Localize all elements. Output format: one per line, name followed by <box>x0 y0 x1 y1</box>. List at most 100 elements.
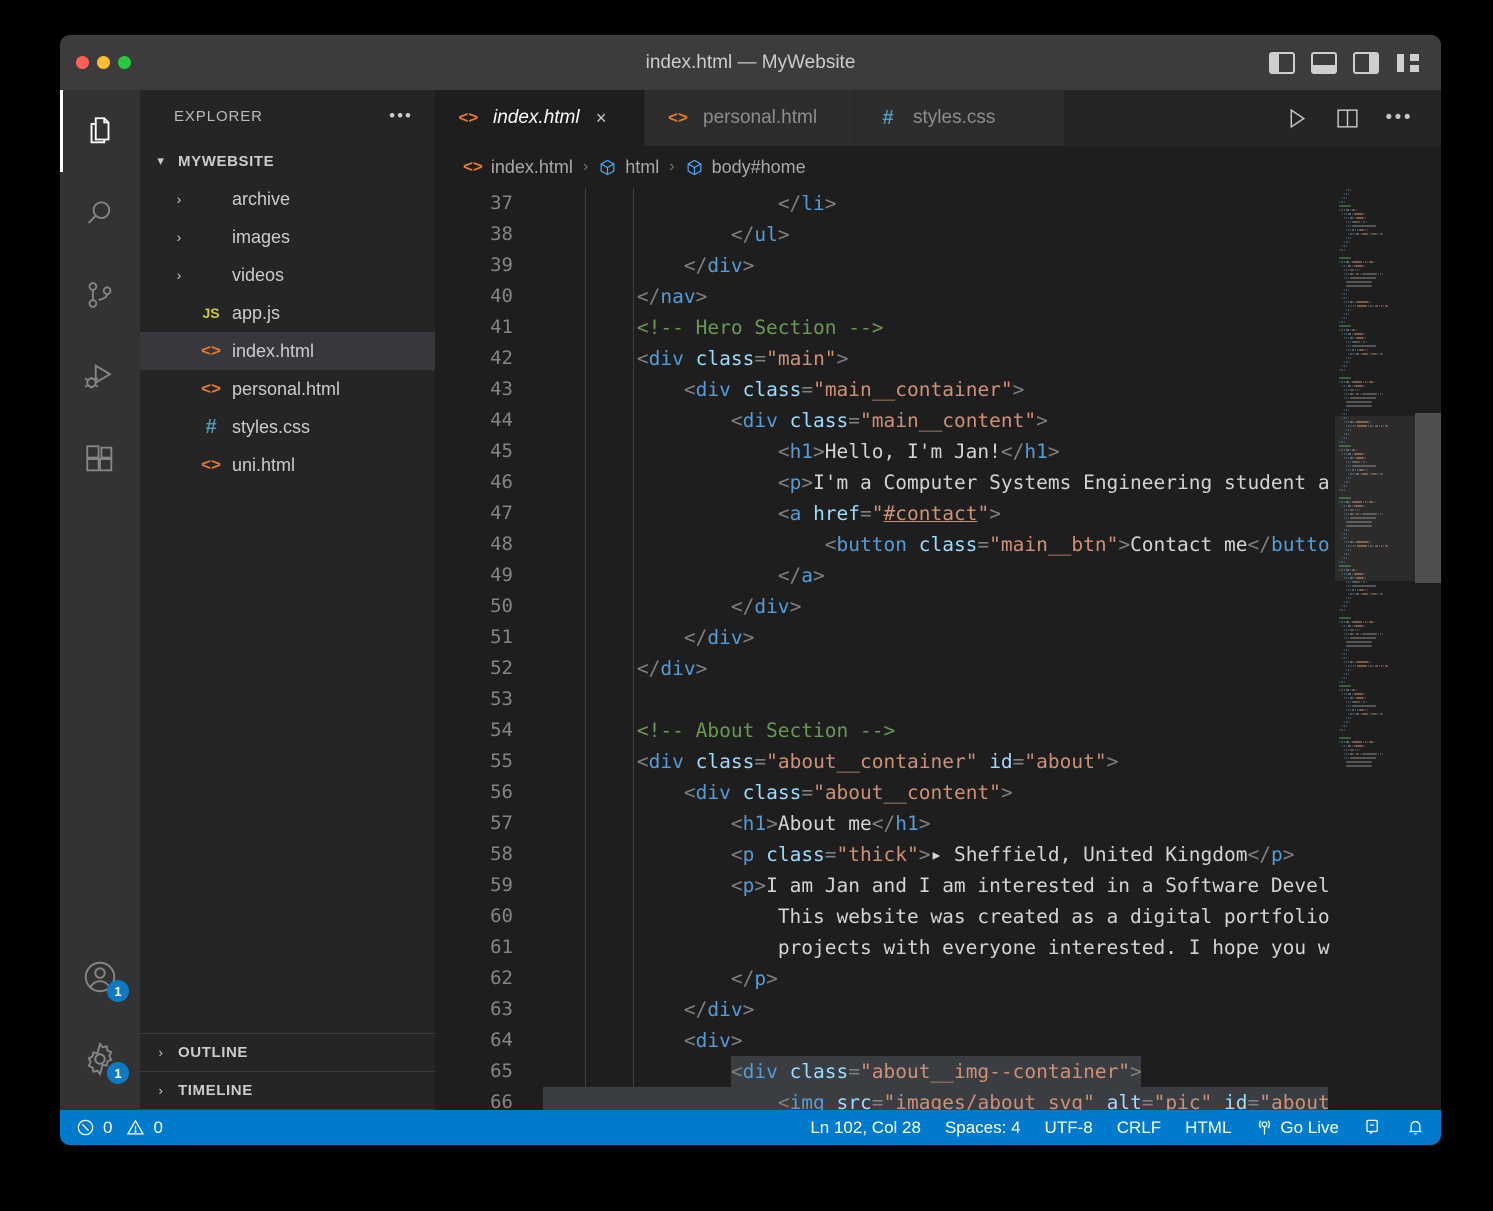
file-tree-item-archive[interactable]: › archive <box>140 180 435 218</box>
editor-tab-personal-html[interactable]: <> personal.html <box>645 90 855 146</box>
run-icon[interactable] <box>1284 106 1309 131</box>
line-number: 42 <box>490 347 513 369</box>
editor-tab-bar: <> index.html × <> personal.html # styles.css … <box>435 90 1441 146</box>
editor-tabs: <> index.html × <> personal.html # styles.css <box>435 90 1065 146</box>
code-line-text: </p> <box>730 967 778 990</box>
more-actions-icon[interactable]: ••• <box>1386 107 1413 129</box>
code-line-text: </div> <box>683 626 755 649</box>
activity-item-explorer[interactable] <box>60 90 140 172</box>
error-circle-icon <box>76 1118 95 1137</box>
activity-item-search[interactable] <box>60 172 140 254</box>
activity-item-run-and-debug[interactable] <box>60 336 140 418</box>
activity-item-extensions[interactable] <box>60 418 140 500</box>
toggle-secondary-sidebar-icon[interactable] <box>1353 51 1379 74</box>
file-tree-item-uni-html[interactable]: <> uni.html <box>140 446 435 484</box>
code-line-text: </div> <box>636 657 708 680</box>
line-number: 45 <box>490 440 513 462</box>
toggle-panel-icon[interactable] <box>1311 51 1337 74</box>
code-line-text: <a href="#contact"> <box>777 502 1001 525</box>
status-indentation[interactable]: Spaces: 4 <box>945 1118 1021 1138</box>
breadcrumb-item-body-home[interactable]: body#home <box>685 157 806 178</box>
tab-label: styles.css <box>913 107 996 128</box>
file-tree-item-videos[interactable]: › videos <box>140 256 435 294</box>
status-language-mode[interactable]: HTML <box>1185 1118 1231 1138</box>
html-icon: <> <box>201 455 221 474</box>
code-line: 52 </div> <box>435 653 1441 684</box>
go-live-label: Go Live <box>1280 1117 1339 1137</box>
code-line-text: </div> <box>683 998 755 1021</box>
code-line: 61 projects with everyone interested. I … <box>435 932 1441 963</box>
code-line: 65 <div class="about__img--container"> <box>435 1056 1441 1087</box>
sidebar-bottom-sections: › OUTLINE › TIMELINE <box>140 1033 435 1110</box>
code-line-text: <div class="main__content"> <box>730 409 1048 432</box>
minimap-line <box>1335 824 1415 828</box>
line-number: 52 <box>490 657 513 679</box>
code-line: 55 <div class="about__container" id="abo… <box>435 746 1441 777</box>
file-label: uni.html <box>232 454 296 475</box>
css-icon: # <box>882 106 894 129</box>
close-icon[interactable]: × <box>596 108 607 129</box>
editor-minimap[interactable] <box>1335 188 1415 1110</box>
breadcrumb-label: html <box>625 156 660 177</box>
explorer-more-actions-icon[interactable]: ••• <box>389 106 413 126</box>
code-line: 64 <div> <box>435 1025 1441 1056</box>
file-tree-item-index-html[interactable]: <> index.html <box>140 332 435 370</box>
status-problems[interactable]: 0 0 <box>76 1118 163 1138</box>
code-line: 48 <button class="main__btn">Contact me<… <box>435 529 1441 560</box>
code-line: 45 <h1>Hello, I'm Jan!</h1> <box>435 436 1441 467</box>
activity-item-accounts[interactable]: 1 <box>60 936 140 1018</box>
scrollbar-thumb[interactable] <box>1415 413 1441 583</box>
run-debug-icon <box>83 360 117 394</box>
code-line: 56 <div class="about__content"> <box>435 777 1441 808</box>
code-line-text: <!-- Hero Section --> <box>636 316 884 339</box>
file-label: videos <box>232 264 285 285</box>
editor-vertical-scrollbar[interactable] <box>1415 188 1441 1110</box>
close-window-button[interactable] <box>76 56 89 69</box>
code-line-text: <p>I'm a Computer Systems Engineering st… <box>777 471 1330 494</box>
file-label: personal.html <box>232 378 341 399</box>
activity-item-settings[interactable]: 1 <box>60 1018 140 1100</box>
activity-item-source-control[interactable] <box>60 254 140 336</box>
editor-tab-index-html[interactable]: <> index.html × <box>435 90 645 146</box>
maximize-window-button[interactable] <box>118 56 131 69</box>
code-line: 54 <!-- About Section --> <box>435 715 1441 746</box>
status-cursor-position[interactable]: Ln 102, Col 28 <box>810 1118 921 1138</box>
status-remote-tunnel[interactable] <box>1363 1118 1382 1137</box>
line-number: 41 <box>490 316 513 338</box>
code-line-text: </li> <box>777 192 837 215</box>
file-label: index.html <box>232 340 315 361</box>
status-go-live[interactable]: Go Live <box>1255 1118 1339 1138</box>
code-line-text: <p>I am Jan and I am interested in a Sof… <box>730 874 1330 897</box>
status-notifications[interactable] <box>1406 1118 1425 1137</box>
breadcrumb-item-html[interactable]: html <box>598 157 659 178</box>
code-line-text: </a> <box>777 564 825 587</box>
code-line: 38 </ul> <box>435 219 1441 250</box>
code-editor[interactable]: 37 </li> 38 </ul> 39 </div> 40 </nav> 41 <!-… <box>435 188 1441 1110</box>
file-tree-item-personal-html[interactable]: <> personal.html <box>140 370 435 408</box>
file-tree-item-images[interactable]: › images <box>140 218 435 256</box>
warning-triangle-icon <box>126 1118 145 1137</box>
status-encoding[interactable]: UTF-8 <box>1045 1118 1093 1138</box>
window-title: index.html — MyWebsite <box>645 51 856 73</box>
code-line-text: <div class="main"> <box>636 347 849 370</box>
file-tree-item-styles-css[interactable]: # styles.css <box>140 408 435 446</box>
editor-tab-styles-css[interactable]: # styles.css <box>855 90 1065 146</box>
chevron-right-icon: › <box>158 1083 164 1098</box>
code-line-text: <div class="about__content"> <box>683 781 1013 804</box>
chevron-right-icon: › <box>176 191 182 207</box>
code-line: 41 <!-- Hero Section --> <box>435 312 1441 343</box>
timeline-section-header[interactable]: › TIMELINE <box>140 1072 435 1110</box>
customize-layout-icon[interactable] <box>1395 52 1421 74</box>
files-icon <box>83 114 117 148</box>
breadcrumb-item-index-html[interactable]: <> index.html <box>463 157 573 178</box>
file-tree-item-app-js[interactable]: JS app.js <box>140 294 435 332</box>
outline-section-header[interactable]: › OUTLINE <box>140 1034 435 1072</box>
toggle-primary-sidebar-icon[interactable] <box>1269 51 1295 74</box>
minimize-window-button[interactable] <box>97 56 110 69</box>
status-eol[interactable]: CRLF <box>1117 1118 1161 1138</box>
root-folder-name: MYWEBSITE <box>178 152 275 170</box>
split-editor-icon[interactable] <box>1335 106 1360 131</box>
folder-section-header[interactable]: ▾ MYWEBSITE <box>140 142 435 180</box>
chevron-right-icon: › <box>176 267 182 283</box>
code-line: 47 <a href="#contact"> <box>435 498 1441 529</box>
